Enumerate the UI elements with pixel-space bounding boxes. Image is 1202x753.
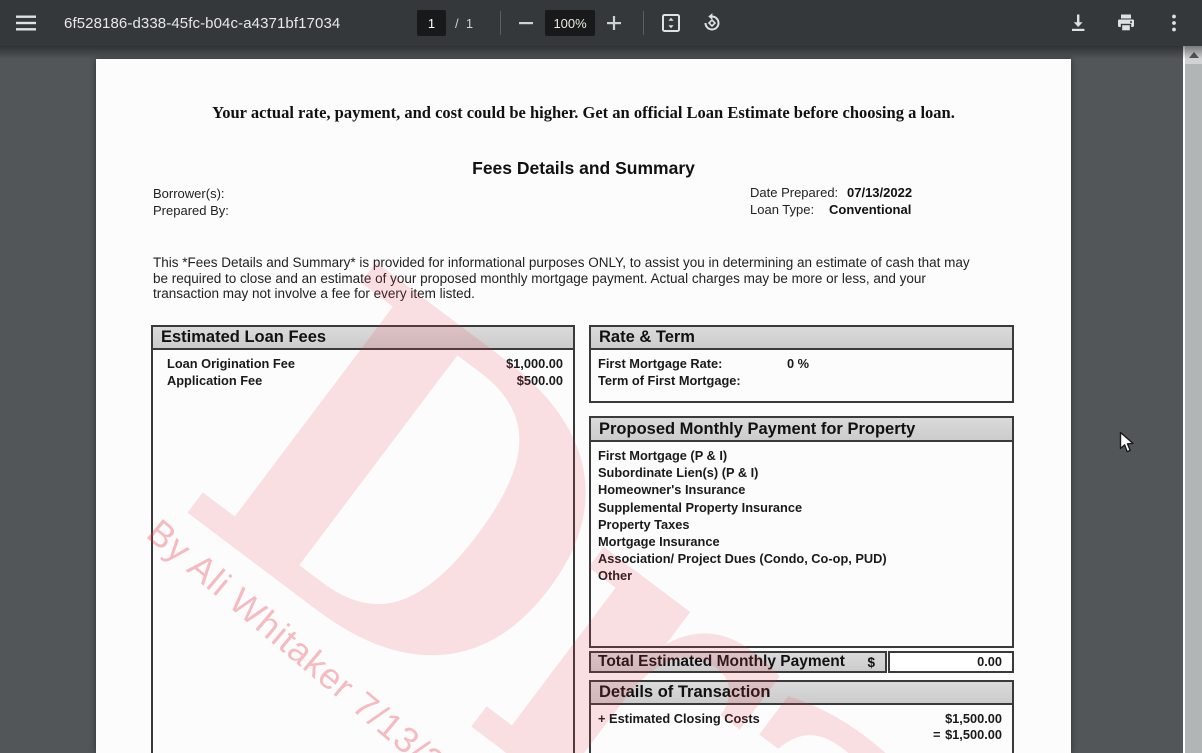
list-item: First Mortgage (P & I) bbox=[598, 447, 1002, 464]
scrollbar-thumb[interactable] bbox=[1185, 64, 1202, 753]
hamburger-icon bbox=[16, 15, 36, 31]
total-value: 0.00 bbox=[888, 651, 1014, 673]
zoom-out-button[interactable] bbox=[508, 5, 544, 41]
zoom-level[interactable]: 100% bbox=[545, 10, 595, 36]
proposed-items-list: First Mortgage (P & I) Subordinate Lien(… bbox=[591, 442, 1012, 585]
toolbar-page-controls: 1 / 1 100% bbox=[417, 0, 730, 46]
transaction-value: $1,500.00 bbox=[945, 710, 1002, 727]
date-prepared-value: 07/13/2022 bbox=[847, 185, 912, 200]
estimated-loan-fees-title: Estimated Loan Fees bbox=[153, 327, 573, 350]
mouse-cursor bbox=[1119, 431, 1135, 454]
form-title: Fees Details and Summary bbox=[96, 158, 1071, 179]
date-prepared-label: Date Prepared: bbox=[750, 185, 838, 200]
list-item: Supplemental Property Insurance bbox=[598, 499, 1002, 516]
rate-label: First Mortgage Rate: bbox=[598, 356, 722, 371]
proposed-monthly-payment-box: Proposed Monthly Payment for Property Fi… bbox=[589, 416, 1014, 648]
rate-term-box: Rate & Term First Mortgage Rate: 0 % Ter… bbox=[589, 325, 1014, 403]
pdf-page: Your actual rate, payment, and cost coul… bbox=[96, 59, 1071, 753]
print-icon bbox=[1115, 12, 1137, 34]
estimated-loan-fees-box: Estimated Loan Fees Loan Origination Fee… bbox=[151, 325, 575, 753]
list-item: Association/ Project Dues (Condo, Co-op,… bbox=[598, 550, 1002, 567]
disclaimer-line: Your actual rate, payment, and cost coul… bbox=[96, 103, 1071, 123]
transaction-row: = $1,500.00 bbox=[591, 727, 1012, 744]
scroll-up-button[interactable] bbox=[1185, 46, 1202, 64]
toolbar-divider bbox=[643, 11, 644, 35]
download-icon bbox=[1067, 12, 1089, 34]
pdf-viewport: Your actual rate, payment, and cost coul… bbox=[0, 46, 1202, 753]
page-number-input[interactable]: 1 bbox=[417, 10, 446, 36]
fit-page-icon bbox=[660, 12, 682, 34]
meta-left: Borrower(s): Prepared By: bbox=[153, 185, 229, 220]
total-label: Total Estimated Monthly Payment bbox=[598, 653, 845, 670]
intro-paragraph: This *Fees Details and Summary* is provi… bbox=[153, 255, 971, 302]
zoom-in-button[interactable] bbox=[596, 5, 632, 41]
total-label-cell: Total Estimated Monthly Payment $ bbox=[589, 651, 887, 673]
details-of-transaction-box: Details of Transaction + Estimated Closi… bbox=[589, 680, 1014, 753]
rate-term-title: Rate & Term bbox=[591, 327, 1012, 350]
equals-sign: = bbox=[933, 727, 940, 742]
loan-type-label: Loan Type: bbox=[750, 202, 814, 217]
fee-label: Application Fee bbox=[167, 372, 262, 389]
menu-button[interactable] bbox=[8, 5, 44, 41]
fee-row: Application Fee $500.00 bbox=[167, 372, 563, 389]
pdf-toolbar: 6f528186-d338-45fc-b04c-a4371bf17034 1 /… bbox=[0, 0, 1202, 46]
transaction-label: + Estimated Closing Costs bbox=[598, 710, 760, 727]
rotate-ccw-icon bbox=[701, 12, 723, 34]
total-monthly-payment-row: Total Estimated Monthly Payment $ 0.00 bbox=[589, 651, 1014, 673]
transaction-row: + Estimated Closing Costs $1,500.00 bbox=[591, 710, 1012, 727]
total-currency: $ bbox=[867, 654, 875, 671]
rate-row: Term of First Mortgage: bbox=[598, 372, 1002, 389]
fee-row: Loan Origination Fee $1,000.00 bbox=[167, 355, 563, 372]
rotate-button[interactable] bbox=[694, 5, 730, 41]
fit-page-button[interactable] bbox=[653, 5, 689, 41]
print-button[interactable] bbox=[1108, 5, 1144, 41]
list-item: Mortgage Insurance bbox=[598, 533, 1002, 550]
rate-label: Term of First Mortgage: bbox=[598, 373, 741, 388]
minus-icon bbox=[518, 15, 534, 31]
toolbar-divider bbox=[500, 11, 501, 35]
transaction-value: $1,500.00 bbox=[945, 727, 1002, 742]
toolbar-shadow bbox=[0, 46, 1202, 59]
plus-icon bbox=[606, 15, 622, 31]
fee-value: $1,000.00 bbox=[506, 355, 563, 372]
meta-right: Date Prepared: 07/13/2022 Loan Type: Con… bbox=[750, 185, 1050, 220]
scroll-up-icon bbox=[1189, 52, 1199, 58]
details-of-transaction-title: Details of Transaction bbox=[591, 682, 1012, 705]
proposed-monthly-title: Proposed Monthly Payment for Property bbox=[591, 418, 1012, 442]
loan-type-value: Conventional bbox=[829, 202, 911, 217]
rate-value: 0 % bbox=[787, 355, 809, 372]
document-title: 6f528186-d338-45fc-b04c-a4371bf17034 bbox=[64, 15, 340, 32]
toolbar-actions bbox=[1060, 5, 1192, 41]
more-options-button[interactable] bbox=[1156, 5, 1192, 41]
rate-row: First Mortgage Rate: 0 % bbox=[598, 355, 1002, 372]
prepared-by-label: Prepared By: bbox=[153, 202, 229, 219]
list-item: Homeowner's Insurance bbox=[598, 481, 1002, 498]
borrowers-label: Borrower(s): bbox=[153, 185, 229, 202]
list-item: Subordinate Lien(s) (P & I) bbox=[598, 464, 1002, 481]
kebab-menu-icon bbox=[1165, 12, 1183, 34]
scrollbar[interactable] bbox=[1183, 46, 1202, 753]
page-count-label: / 1 bbox=[455, 16, 473, 31]
download-button[interactable] bbox=[1060, 5, 1096, 41]
list-item: Property Taxes bbox=[598, 516, 1002, 533]
fee-value: $500.00 bbox=[517, 372, 563, 389]
list-item: Other bbox=[598, 567, 1002, 584]
fee-label: Loan Origination Fee bbox=[167, 355, 295, 372]
